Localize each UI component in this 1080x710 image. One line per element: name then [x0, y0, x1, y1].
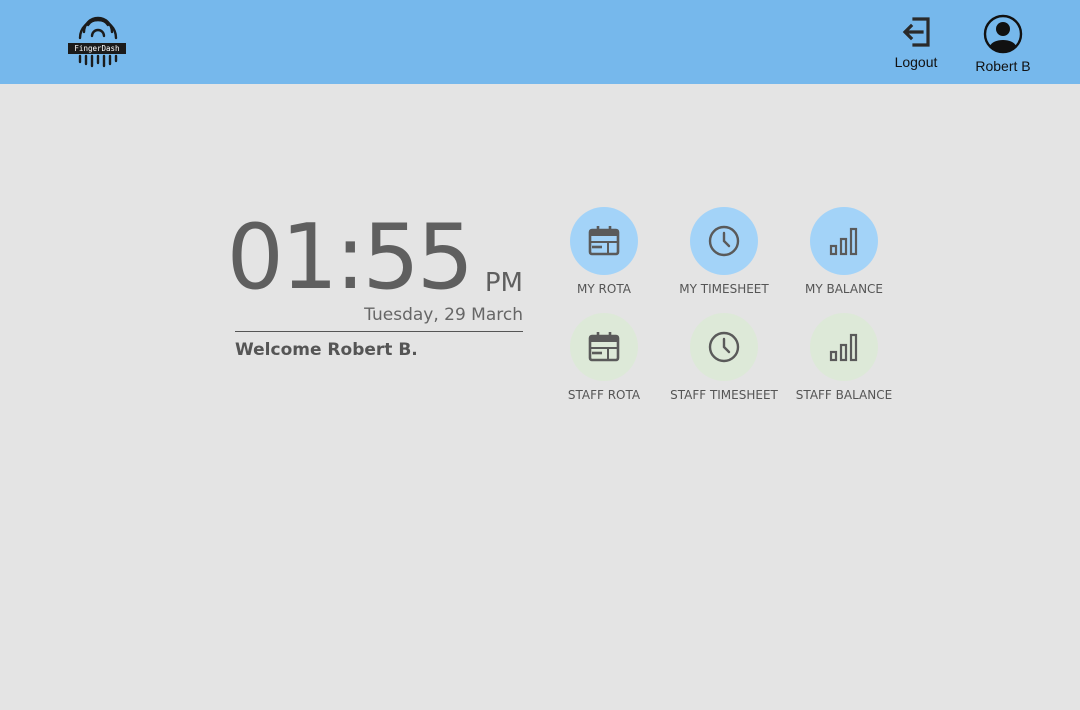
top-bar: FingerDash Logout Robert B	[0, 0, 1080, 84]
user-profile-button[interactable]: Robert B	[968, 14, 1038, 74]
logout-label: Logout	[894, 54, 938, 70]
staff-balance-tile[interactable]: STAFF BALANCE	[779, 313, 909, 403]
fingerprint-icon	[78, 16, 118, 68]
staff-timesheet-tile[interactable]: STAFF TIMESHEET	[659, 313, 789, 403]
my-timesheet-tile[interactable]: MY TIMESHEET	[659, 207, 789, 297]
my-balance-tile[interactable]: MY BALANCE	[779, 207, 909, 297]
logo-text: FingerDash	[68, 43, 126, 54]
current-date: Tuesday, 29 March	[364, 305, 523, 325]
staff-timesheet-label: STAFF TIMESHEET	[670, 388, 778, 402]
staff-balance-icon-circle	[810, 313, 878, 381]
fingerdash-logo[interactable]: FingerDash	[66, 16, 130, 68]
bar-chart-icon	[829, 333, 858, 362]
my-balance-label: MY BALANCE	[804, 282, 884, 296]
calendar-icon	[588, 332, 620, 362]
current-time: 01:55	[226, 205, 474, 310]
logout-icon	[902, 17, 930, 47]
time-row: 01:55 PM	[227, 206, 523, 310]
my-rota-label: MY ROTA	[577, 282, 631, 296]
my-timesheet-icon-circle	[690, 207, 758, 275]
calendar-icon	[588, 226, 620, 256]
my-rota-tile[interactable]: MY ROTA	[539, 207, 669, 297]
staff-rota-tile[interactable]: STAFF ROTA	[539, 313, 669, 403]
staff-rota-icon-circle	[570, 313, 638, 381]
clock-divider	[235, 331, 523, 332]
staff-rota-label: STAFF ROTA	[567, 388, 641, 402]
clock-icon	[708, 225, 740, 257]
logout-button[interactable]: Logout	[886, 14, 946, 70]
my-balance-icon-circle	[810, 207, 878, 275]
user-avatar-icon	[983, 14, 1023, 54]
my-rota-icon-circle	[570, 207, 638, 275]
staff-balance-label: STAFF BALANCE	[795, 388, 893, 402]
clock-icon	[708, 331, 740, 363]
my-timesheet-label: MY TIMESHEET	[679, 282, 769, 296]
welcome-message: Welcome Robert B.	[235, 340, 418, 360]
am-pm-indicator: PM	[484, 268, 523, 298]
staff-timesheet-icon-circle	[690, 313, 758, 381]
bar-chart-icon	[829, 227, 858, 256]
user-name-label: Robert B	[975, 58, 1031, 74]
